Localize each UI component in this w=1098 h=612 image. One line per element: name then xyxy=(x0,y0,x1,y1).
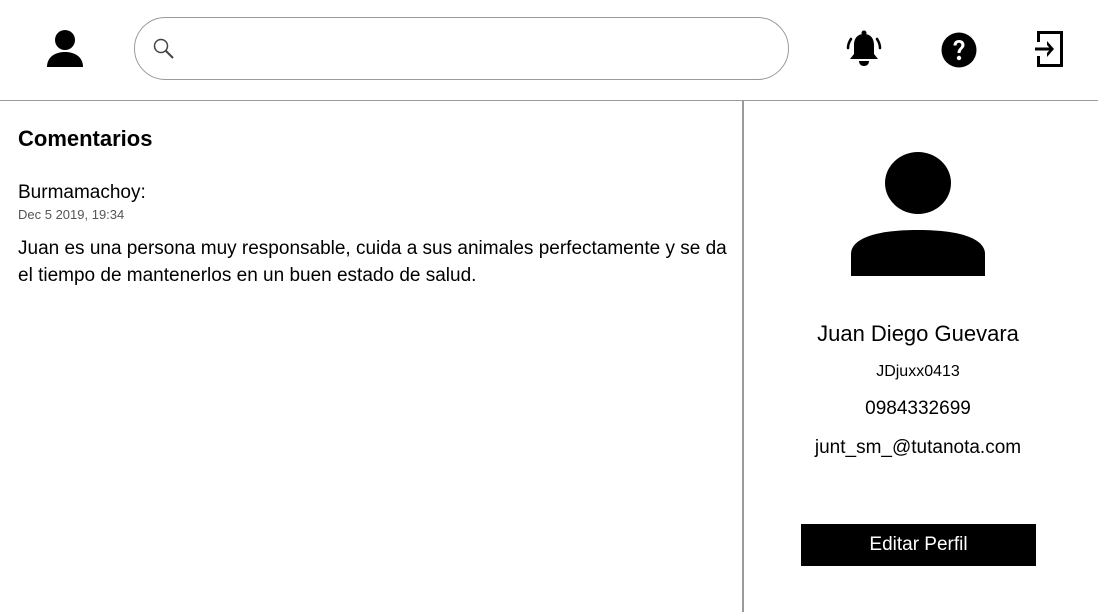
help-icon[interactable] xyxy=(939,30,979,70)
comment-text: Juan es una persona muy responsable, cui… xyxy=(18,238,727,286)
search-bar[interactable] xyxy=(134,17,789,80)
comments-title: Comentarios xyxy=(18,126,153,151)
comment-date: Dec 5 2019, 19:34 xyxy=(18,207,125,222)
profile-phone: 0984332699 xyxy=(865,398,971,419)
profile-email: junt_sm_@tutanota.com xyxy=(814,437,1022,458)
edit-profile-button[interactable]: Editar Perfil xyxy=(801,524,1036,566)
profile-name: Juan Diego Guevara xyxy=(817,321,1019,346)
avatar-icon xyxy=(850,152,986,276)
comments-section: Comentarios Burmamachoy: Dec 5 2019, 19:… xyxy=(18,124,730,289)
comment-author: Burmamachoy: xyxy=(18,182,146,203)
top-bar xyxy=(0,0,1098,101)
profile-panel: Juan Diego Guevara JDjuxx0413 0984332699… xyxy=(744,101,1098,612)
comment-item: Burmamachoy: Dec 5 2019, 19:34 Juan es u… xyxy=(18,181,730,289)
logout-icon[interactable] xyxy=(1032,29,1068,69)
bell-icon[interactable] xyxy=(843,28,885,70)
profile-username: JDjuxx0413 xyxy=(876,363,960,380)
user-icon[interactable] xyxy=(44,28,86,70)
search-input[interactable] xyxy=(187,28,771,72)
search-icon xyxy=(152,37,176,61)
